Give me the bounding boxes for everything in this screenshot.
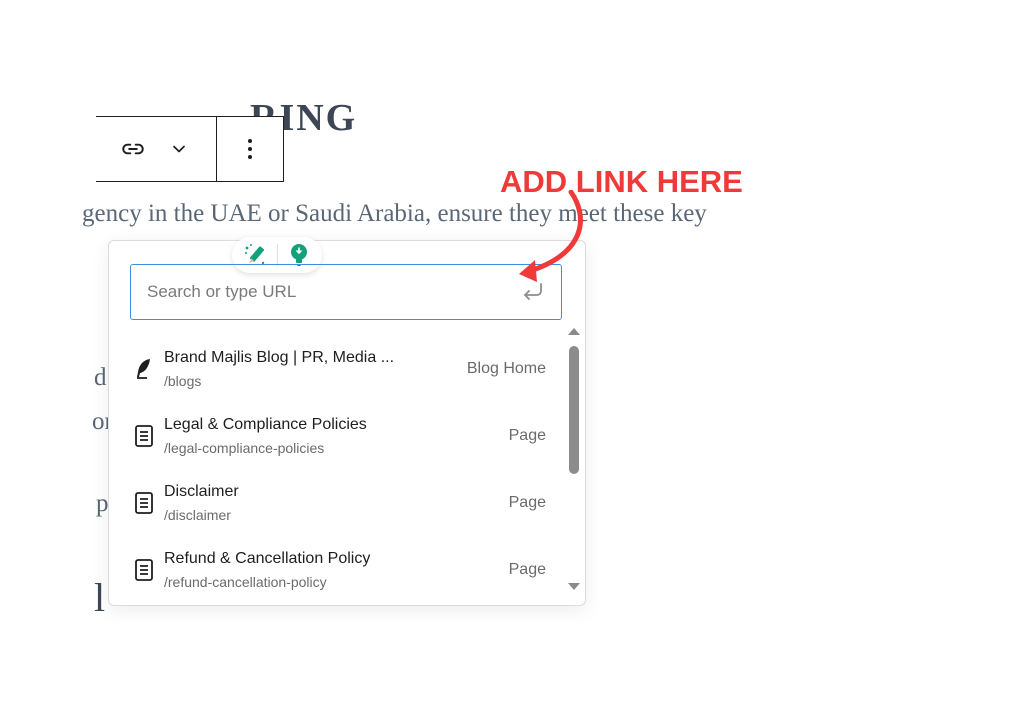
post-paragraph: gency in the UAE or Saudi Arabia, ensure…	[82, 200, 707, 227]
block-toolbar	[96, 116, 284, 182]
result-icon-wrap	[124, 424, 164, 448]
result-text: Refund & Cancellation Policy /refund-can…	[164, 550, 446, 590]
suggestion-type: Blog Home	[466, 359, 546, 377]
page-icon	[135, 491, 153, 514]
suggestion-blogs[interactable]: Brand Majlis Blog | PR, Media ... /blogs…	[124, 335, 564, 402]
link-search-input[interactable]	[131, 265, 513, 319]
paragraph-fragment: d	[94, 364, 107, 391]
scroll-thumb[interactable]	[569, 346, 579, 474]
suggestion-url: /refund-cancellation-policy	[164, 573, 327, 590]
page-icon	[135, 424, 153, 447]
suggestion-url: /blogs	[164, 372, 202, 389]
link-options-button[interactable]	[164, 134, 194, 164]
suggestion-title: Legal & Compliance Policies	[164, 415, 367, 433]
paragraph-fragment: p	[96, 490, 109, 517]
link-search-field	[130, 264, 562, 320]
suggestion-title: Brand Majlis Blog | PR, Media ...	[164, 348, 395, 366]
suggestion-title: Disclaimer	[164, 482, 239, 500]
result-icon-wrap	[124, 558, 164, 582]
feather-icon	[137, 358, 150, 379]
link-suggestions-list: Brand Majlis Blog | PR, Media ... /blogs…	[124, 335, 564, 597]
heading-fragment: l	[94, 575, 106, 620]
result-text: Legal & Compliance Policies /legal-compl…	[164, 416, 446, 456]
suggestions-scrollbar[interactable]	[566, 326, 582, 592]
options-button[interactable]	[235, 134, 265, 164]
suggestion-type: Page	[508, 426, 546, 444]
suggestion-url: /legal-compliance-policies	[164, 439, 325, 456]
chevron-down-icon	[173, 145, 185, 153]
suggestion-title: Refund & Cancellation Policy	[164, 549, 371, 567]
page-icon	[135, 558, 153, 581]
scroll-up-arrow-icon[interactable]	[568, 328, 580, 335]
suggestion-disclaimer[interactable]: Disclaimer /disclaimer Page	[124, 469, 564, 536]
toolbar-link-group	[96, 117, 217, 181]
divider	[276, 244, 278, 266]
result-text: Brand Majlis Blog | PR, Media ... /blogs	[164, 349, 446, 389]
suggestion-legal-compliance[interactable]: Legal & Compliance Policies /legal-compl…	[124, 402, 564, 469]
suggestion-type: Page	[508, 560, 546, 578]
result-icon-wrap	[124, 357, 164, 381]
suggestion-url: /disclaimer	[164, 506, 231, 523]
suggestion-refund-cancellation[interactable]: Refund & Cancellation Policy /refund-can…	[124, 536, 564, 597]
result-text: Disclaimer /disclaimer	[164, 483, 446, 523]
annotation-arrow-icon	[519, 190, 583, 282]
link-button[interactable]	[118, 134, 148, 164]
more-vertical-icon	[248, 139, 252, 159]
scroll-down-arrow-icon[interactable]	[568, 583, 580, 590]
toolbar-more-group	[217, 117, 283, 181]
result-icon-wrap	[124, 491, 164, 515]
suggestion-type: Page	[508, 493, 546, 511]
link-icon	[122, 143, 144, 155]
